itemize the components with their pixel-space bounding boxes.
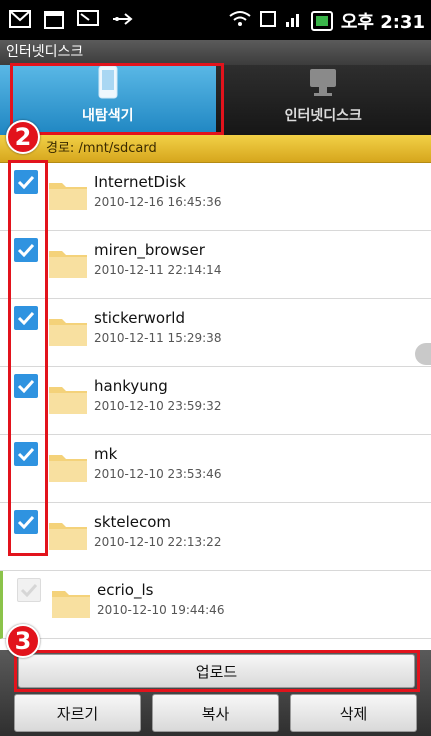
copy-button[interactable]: 복사 bbox=[152, 694, 279, 732]
file-name: ecrio_ls bbox=[97, 581, 154, 599]
side-scroll-handle[interactable] bbox=[415, 343, 431, 365]
file-name: hankyung bbox=[94, 377, 168, 395]
status-time: 오후 2:31 bbox=[340, 12, 425, 33]
file-list[interactable]: InternetDisk 2010-12-16 16:45:36 miren_b… bbox=[0, 163, 431, 650]
mail-icon bbox=[8, 7, 32, 31]
list-item[interactable]: InternetDisk 2010-12-16 16:45:36 bbox=[0, 163, 431, 231]
cut-button[interactable]: 자르기 bbox=[14, 694, 141, 732]
file-date: 2010-12-10 19:44:46 bbox=[97, 603, 225, 617]
path-bar: 경로: /mnt/sdcard bbox=[0, 135, 431, 163]
delete-button[interactable]: 삭제 bbox=[290, 694, 417, 732]
folder-icon bbox=[51, 585, 91, 619]
signal-icon bbox=[285, 10, 303, 33]
file-date: 2010-12-16 16:45:36 bbox=[94, 195, 222, 209]
tab-internet-disk[interactable]: 인터넷디스크 bbox=[215, 65, 431, 135]
path-value: /mnt/sdcard bbox=[78, 141, 157, 156]
cut-label: 자르기 bbox=[56, 704, 99, 723]
list-item[interactable]: hankyung 2010-12-10 23:59:32 bbox=[0, 367, 431, 435]
usb-icon bbox=[110, 7, 134, 31]
delete-label: 삭제 bbox=[339, 704, 368, 723]
list-item[interactable]: stickerworld 2010-12-11 15:29:38 bbox=[0, 299, 431, 367]
folder-icon bbox=[48, 449, 88, 483]
sync-icon bbox=[259, 10, 277, 33]
file-date: 2010-12-10 23:59:32 bbox=[94, 399, 222, 413]
list-item[interactable]: sktelecom 2010-12-10 22:13:22 bbox=[0, 503, 431, 571]
checkbox-callout-box bbox=[8, 160, 48, 556]
battery-icon bbox=[310, 11, 333, 31]
folder-icon bbox=[48, 381, 88, 415]
file-name: stickerworld bbox=[94, 309, 185, 327]
step-badge-2: 2 bbox=[6, 120, 40, 154]
file-date: 2010-12-11 22:14:14 bbox=[94, 263, 222, 277]
file-date: 2010-12-11 15:29:38 bbox=[94, 331, 222, 345]
app-title: 인터넷디스크 bbox=[0, 40, 431, 65]
folder-icon bbox=[48, 313, 88, 347]
step-badge-3: 3 bbox=[6, 624, 40, 658]
file-date: 2010-12-10 23:53:46 bbox=[94, 467, 222, 481]
folder-icon bbox=[48, 177, 88, 211]
folder-icon bbox=[48, 245, 88, 279]
checkbox[interactable] bbox=[17, 578, 41, 602]
file-name: miren_browser bbox=[94, 241, 205, 259]
folder-icon bbox=[48, 517, 88, 551]
list-item[interactable]: ecrio_ls 2010-12-10 19:44:46 bbox=[0, 571, 431, 639]
status-bar: 오후 2:31 bbox=[0, 0, 431, 40]
wifi-icon bbox=[229, 10, 251, 33]
file-name: sktelecom bbox=[94, 513, 172, 531]
path-label: 경로: bbox=[46, 141, 75, 156]
upload-callout-box bbox=[14, 650, 420, 692]
file-date: 2010-12-10 22:13:22 bbox=[94, 535, 222, 549]
list-item[interactable]: mk 2010-12-10 23:53:46 bbox=[0, 435, 431, 503]
computer-icon bbox=[308, 65, 338, 99]
calendar-icon bbox=[42, 7, 66, 31]
list-item[interactable]: miren_browser 2010-12-11 22:14:14 bbox=[0, 231, 431, 299]
file-name: mk bbox=[94, 445, 118, 463]
sms-icon bbox=[76, 7, 100, 31]
file-name: InternetDisk bbox=[94, 173, 186, 191]
tab-callout-box bbox=[10, 63, 224, 135]
copy-label: 복사 bbox=[201, 704, 230, 723]
tab-label: 인터넷디스크 bbox=[284, 108, 362, 124]
